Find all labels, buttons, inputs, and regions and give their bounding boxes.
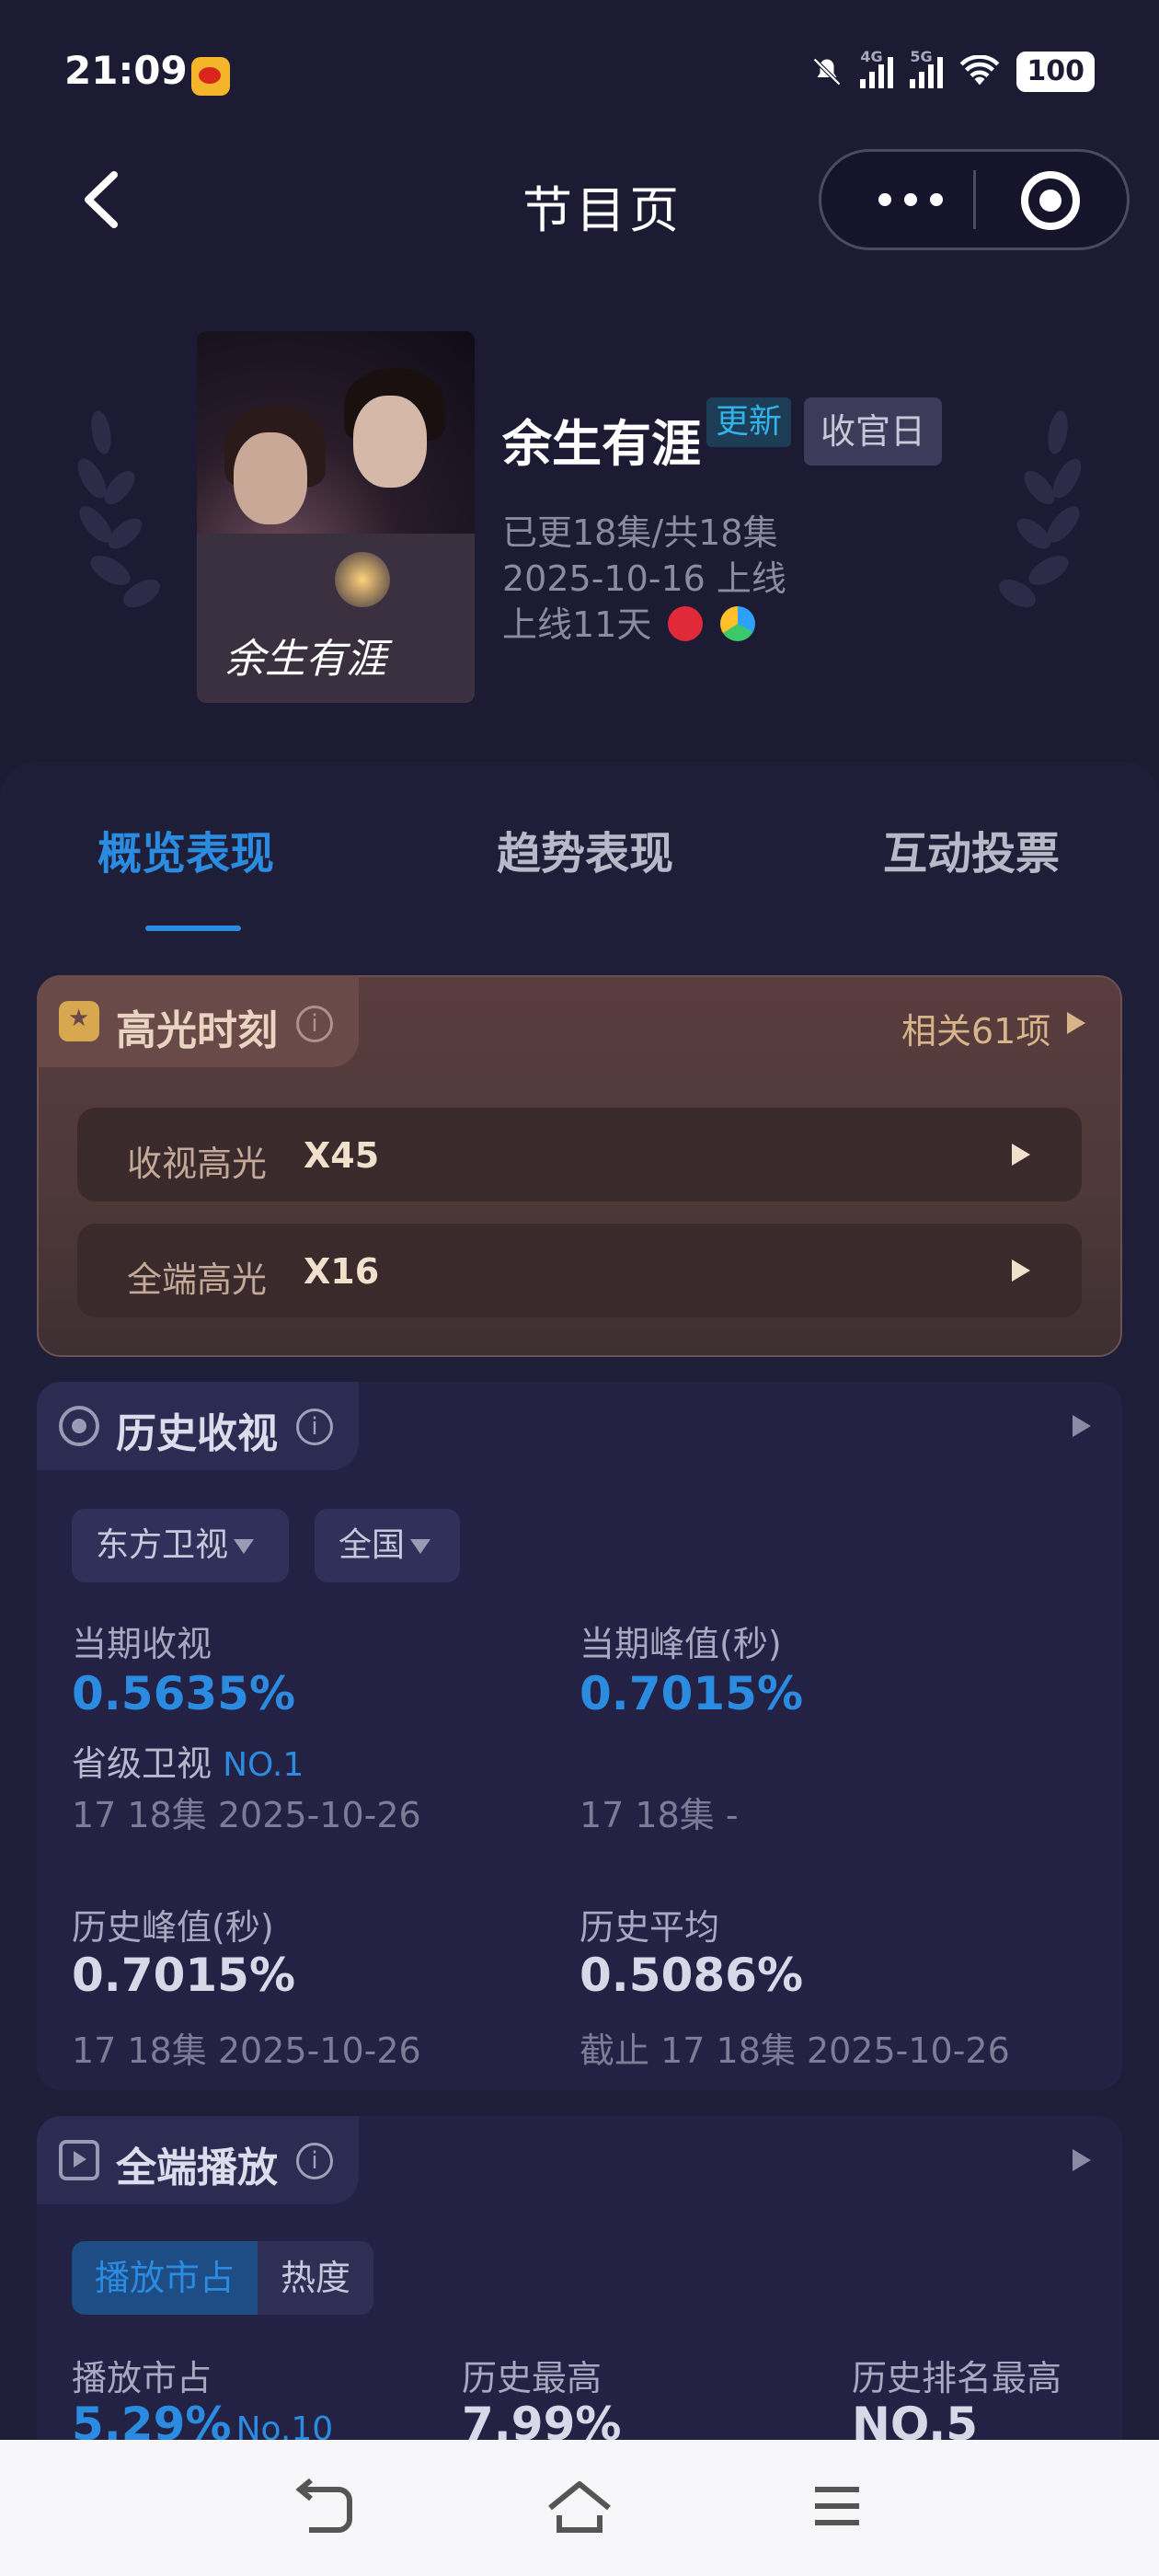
- signal-5g-icon: 5G: [910, 48, 944, 88]
- play-arrow-icon[interactable]: [1073, 2149, 1091, 2171]
- finale-badge: 收官日: [804, 397, 943, 466]
- channel-select-value: 东方卫视: [96, 1526, 229, 1564]
- play-arrow-icon[interactable]: [1012, 1144, 1030, 1166]
- signal-4g-icon: 4G: [860, 48, 894, 88]
- highlight-label: 全端高光: [127, 1259, 268, 1300]
- play-arrow-icon[interactable]: [1073, 1415, 1091, 1437]
- system-home-button[interactable]: [543, 2475, 616, 2539]
- history-peak-sub: 17 18集 2025-10-26: [72, 2030, 421, 2071]
- segment-market-share[interactable]: 播放市占: [72, 2241, 258, 2315]
- history-title: 历史收视: [116, 1410, 278, 1457]
- current-rating-sub: 17 18集 2025-10-26: [72, 1795, 421, 1835]
- more-dot: [904, 193, 917, 206]
- channel-select[interactable]: 东方卫视: [72, 1509, 289, 1582]
- mute-bell-icon: [813, 57, 842, 86]
- more-dot: [930, 193, 943, 206]
- system-back-button[interactable]: [287, 2475, 361, 2539]
- mango-tv-icon: [668, 605, 704, 641]
- highlight-value: X45: [304, 1135, 380, 1176]
- tab-vote[interactable]: 互动投票: [883, 817, 1060, 881]
- play-box-icon: [59, 2140, 99, 2180]
- peak-label: 当期峰值(秒): [580, 1624, 782, 1664]
- status-time: 21:09: [64, 48, 188, 93]
- rank-value: NO.1: [223, 1746, 304, 1784]
- best-rank-label: 历史排名最高: [852, 2358, 1062, 2398]
- release-date: 2025-10-16 上线: [502, 558, 786, 599]
- peak-value: 0.7015%: [580, 1667, 804, 1720]
- home-icon: [548, 2481, 611, 2533]
- highlights-title: 高光时刻: [116, 1007, 278, 1054]
- play-arrow-icon[interactable]: [1012, 1259, 1030, 1282]
- history-max-label: 历史最高: [462, 2358, 602, 2398]
- history-avg-value: 0.5086%: [580, 1949, 804, 2002]
- iqiyi-icon: [719, 605, 755, 641]
- update-badge: 更新: [706, 397, 792, 447]
- segment-heat[interactable]: 热度: [258, 2241, 373, 2315]
- info-icon[interactable]: i: [296, 1006, 333, 1042]
- caret-down-icon: [234, 1539, 255, 1554]
- poster-figure: [353, 396, 427, 488]
- back-icon: [295, 2478, 352, 2533]
- peak-sub: 17 18集 -: [580, 1795, 739, 1835]
- days-online-text: 上线11天: [502, 604, 652, 645]
- region-select[interactable]: 全国: [315, 1509, 460, 1582]
- weibo-icon: [191, 57, 230, 96]
- wifi-icon: [959, 55, 1000, 86]
- tab-trend[interactable]: 趋势表现: [497, 817, 673, 881]
- play-arrow-icon[interactable]: [1067, 1012, 1085, 1034]
- close-target-button[interactable]: [1021, 171, 1080, 230]
- active-tab-indicator: [145, 926, 241, 931]
- history-peak-value: 0.7015%: [72, 1949, 296, 2002]
- laurel-right-icon: [999, 410, 1082, 608]
- current-rating-value: 0.5635%: [72, 1667, 296, 1720]
- poster-sparkler: [335, 552, 390, 607]
- more-button[interactable]: [842, 156, 980, 243]
- history-avg-sub: 截止 17 18集 2025-10-26: [580, 2030, 1010, 2071]
- current-rating-label: 当期收视: [72, 1624, 212, 1664]
- info-icon[interactable]: i: [296, 1409, 333, 1445]
- history-peak-label: 历史峰值(秒): [72, 1907, 274, 1948]
- poster-title: 余生有涯: [224, 636, 386, 683]
- status-icons: 4G 5G 100: [810, 48, 1095, 92]
- info-icon[interactable]: i: [296, 2143, 333, 2179]
- capsule-divider: [973, 170, 976, 229]
- market-share-label: 播放市占: [72, 2358, 212, 2398]
- history-avg-label: 历史平均: [580, 1907, 720, 1948]
- show-title: 余生有涯: [502, 415, 701, 473]
- days-online: 上线11天: [502, 596, 755, 647]
- tab-overview[interactable]: 概览表现: [98, 817, 274, 881]
- more-dot: [878, 193, 891, 206]
- battery-indicator: 100: [1016, 52, 1095, 92]
- highlight-label: 收视高光: [127, 1144, 268, 1184]
- poster-figure: [234, 432, 307, 524]
- network-label-5g: 5G: [910, 48, 933, 65]
- region-select-value: 全国: [339, 1526, 406, 1564]
- playback-title: 全端播放: [116, 2145, 278, 2191]
- rank-category: 省级卫视: [72, 1743, 212, 1784]
- highlight-value: X16: [304, 1251, 380, 1292]
- episode-count: 已更18集/共18集: [502, 512, 778, 553]
- system-menu-button[interactable]: [800, 2475, 874, 2539]
- caret-down-icon: [410, 1539, 431, 1554]
- film-reel-icon: [59, 1406, 99, 1446]
- rank-label: 省级卫视 NO.1: [72, 1735, 304, 1786]
- related-count-link[interactable]: 相关61项: [901, 1003, 1050, 1053]
- show-poster[interactable]: 余生有涯: [197, 331, 475, 703]
- menu-icon: [815, 2487, 859, 2525]
- network-label-4g: 4G: [860, 48, 883, 65]
- laurel-left-icon: [77, 410, 160, 608]
- star-badge-icon: [59, 1001, 99, 1041]
